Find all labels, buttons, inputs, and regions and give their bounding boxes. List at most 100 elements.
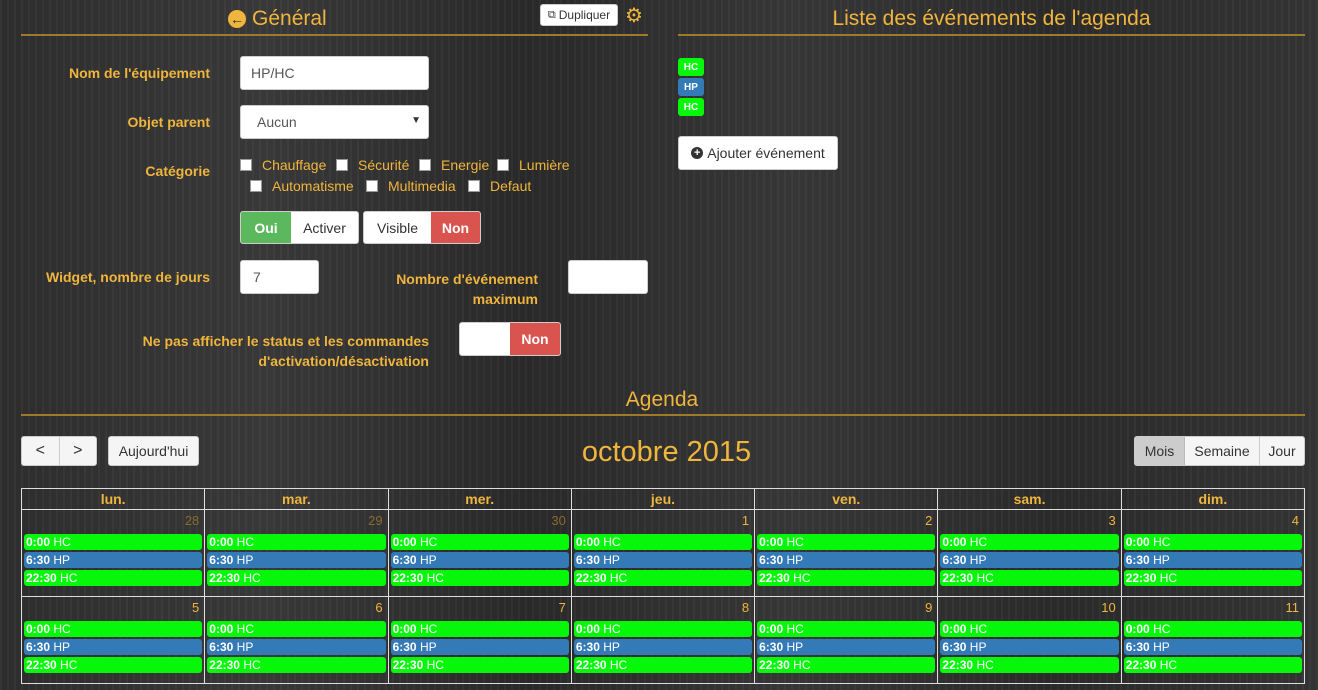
view-month-button[interactable]: Mois	[1135, 437, 1185, 465]
prev-button[interactable]: <	[22, 437, 60, 465]
calendar-event[interactable]: 0:00 HC	[390, 621, 569, 637]
calendar-event[interactable]: 22:30 HC	[390, 570, 569, 586]
day-number[interactable]: 5	[24, 597, 202, 619]
calendar-event[interactable]: 6:30 HP	[757, 639, 936, 655]
calendar-event[interactable]: 22:30 HC	[573, 657, 753, 673]
calendar-event[interactable]: 0:00 HC	[940, 621, 1119, 637]
category-defaut[interactable]: Defaut	[468, 178, 531, 194]
calendar-event[interactable]: 6:30 HP	[757, 552, 936, 568]
calendar-event[interactable]: 0:00 HC	[573, 534, 753, 550]
calendar-day-cell[interactable]: 10 0:00 HC 6:30 HP 22:30 HC	[937, 596, 1122, 684]
calendar-event[interactable]: 0:00 HC	[207, 534, 386, 550]
calendar-event[interactable]: 6:30 HP	[24, 639, 203, 655]
calendar-event[interactable]: 22:30 HC	[24, 657, 203, 673]
calendar-event[interactable]: 0:00 HC	[573, 621, 753, 637]
calendar-event[interactable]: 22:30 HC	[1123, 570, 1302, 586]
category-securite[interactable]: Sécurité	[336, 157, 409, 173]
calendar-day-cell[interactable]: 7 0:00 HC 6:30 HP 22:30 HC	[387, 596, 572, 684]
event-tag-hc[interactable]: HC	[678, 58, 704, 76]
day-number[interactable]: 28	[24, 510, 202, 532]
checkbox[interactable]	[497, 159, 509, 171]
calendar-event[interactable]: 22:30 HC	[757, 657, 936, 673]
day-number[interactable]: 9	[757, 597, 935, 619]
activate-toggle[interactable]: Oui Activer	[240, 211, 359, 244]
calendar-event[interactable]: 22:30 HC	[1123, 657, 1302, 673]
calendar-event[interactable]: 6:30 HP	[940, 639, 1119, 655]
calendar-event[interactable]: 0:00 HC	[757, 621, 936, 637]
checkbox[interactable]	[240, 159, 252, 171]
view-day-button[interactable]: Jour	[1260, 437, 1304, 465]
calendar-event[interactable]: 0:00 HC	[757, 534, 936, 550]
calendar-event[interactable]: 22:30 HC	[757, 570, 936, 586]
max-events-input[interactable]	[568, 260, 648, 294]
equipment-name-input[interactable]: HP/HC	[240, 56, 429, 90]
calendar-event[interactable]: 22:30 HC	[573, 570, 753, 586]
next-button[interactable]: >	[60, 437, 97, 465]
calendar-day-cell[interactable]: 4 0:00 HC 6:30 HP 22:30 HC	[1120, 509, 1306, 597]
today-button[interactable]: Aujourd'hui	[108, 436, 199, 466]
calendar-day-cell[interactable]: 9 0:00 HC 6:30 HP 22:30 HC	[754, 596, 939, 684]
calendar-event[interactable]: 6:30 HP	[390, 552, 569, 568]
checkbox[interactable]	[336, 159, 348, 171]
calendar-event[interactable]: 6:30 HP	[207, 552, 386, 568]
hide-status-off[interactable]: Non	[510, 323, 560, 355]
duplicate-button[interactable]: ⧉ Dupliquer	[540, 4, 618, 26]
calendar-event[interactable]: 22:30 HC	[390, 657, 569, 673]
day-number[interactable]: 4	[1124, 510, 1302, 532]
day-number[interactable]: 3	[940, 510, 1118, 532]
day-number[interactable]: 7	[391, 597, 569, 619]
calendar-event[interactable]: 6:30 HP	[573, 552, 753, 568]
calendar-event[interactable]: 6:30 HP	[573, 639, 753, 655]
calendar-event[interactable]: 6:30 HP	[1123, 552, 1302, 568]
calendar-event[interactable]: 0:00 HC	[24, 534, 203, 550]
calendar-day-cell[interactable]: 2 0:00 HC 6:30 HP 22:30 HC	[754, 509, 939, 597]
checkbox[interactable]	[250, 180, 262, 192]
calendar-event[interactable]: 6:30 HP	[940, 552, 1119, 568]
calendar-event[interactable]: 22:30 HC	[24, 570, 203, 586]
calendar-event[interactable]: 22:30 HC	[207, 657, 386, 673]
gears-icon[interactable]: ⚙	[625, 3, 643, 28]
checkbox[interactable]	[366, 180, 378, 192]
calendar-event[interactable]: 22:30 HC	[207, 570, 386, 586]
checkbox[interactable]	[468, 180, 480, 192]
day-number[interactable]: 8	[574, 597, 752, 619]
calendar-event[interactable]: 0:00 HC	[940, 534, 1119, 550]
calendar-day-cell[interactable]: 11 0:00 HC 6:30 HP 22:30 HC	[1120, 596, 1306, 684]
calendar-event[interactable]: 22:30 HC	[940, 657, 1119, 673]
day-number[interactable]: 30	[391, 510, 569, 532]
add-event-button[interactable]: + Ajouter événement	[678, 136, 838, 170]
calendar-event[interactable]: 6:30 HP	[390, 639, 569, 655]
activate-on[interactable]: Oui	[241, 212, 291, 243]
day-number[interactable]: 6	[207, 597, 385, 619]
day-number[interactable]: 10	[940, 597, 1118, 619]
calendar-event[interactable]: 22:30 HC	[940, 570, 1119, 586]
day-number[interactable]: 1	[574, 510, 752, 532]
calendar-day-cell[interactable]: 5 0:00 HC 6:30 HP 22:30 HC	[20, 596, 206, 684]
calendar-day-cell[interactable]: 3 0:00 HC 6:30 HP 22:30 HC	[937, 509, 1122, 597]
category-multimedia[interactable]: Multimedia	[366, 178, 456, 194]
hide-status-toggle[interactable]: Non	[459, 322, 561, 356]
calendar-day-cell[interactable]: 29 0:00 HC 6:30 HP 22:30 HC	[204, 509, 389, 597]
event-tag-hc[interactable]: HC	[678, 98, 704, 116]
calendar-event[interactable]: 6:30 HP	[207, 639, 386, 655]
view-week-button[interactable]: Semaine	[1185, 437, 1260, 465]
calendar-event[interactable]: 0:00 HC	[24, 621, 203, 637]
day-number[interactable]: 29	[207, 510, 385, 532]
category-chauffage[interactable]: Chauffage	[240, 157, 326, 173]
day-number[interactable]: 11	[1124, 597, 1302, 619]
day-number[interactable]: 2	[757, 510, 935, 532]
category-lumiere[interactable]: Lumière	[497, 157, 570, 173]
calendar-day-cell[interactable]: 1 0:00 HC 6:30 HP 22:30 HC	[570, 509, 756, 597]
widget-days-input[interactable]: 7	[240, 260, 319, 294]
calendar-day-cell[interactable]: 30 0:00 HC 6:30 HP 22:30 HC	[387, 509, 572, 597]
calendar-day-cell[interactable]: 28 0:00 HC 6:30 HP 22:30 HC	[20, 509, 206, 597]
calendar-event[interactable]: 0:00 HC	[207, 621, 386, 637]
category-energie[interactable]: Energie	[419, 157, 489, 173]
calendar-day-cell[interactable]: 8 0:00 HC 6:30 HP 22:30 HC	[570, 596, 756, 684]
calendar-event[interactable]: 0:00 HC	[1123, 534, 1302, 550]
event-tag-hp[interactable]: HP	[678, 78, 704, 96]
calendar-day-cell[interactable]: 6 0:00 HC 6:30 HP 22:30 HC	[204, 596, 389, 684]
checkbox[interactable]	[419, 159, 431, 171]
calendar-event[interactable]: 0:00 HC	[1123, 621, 1302, 637]
visible-toggle[interactable]: Visible Non	[363, 211, 481, 244]
